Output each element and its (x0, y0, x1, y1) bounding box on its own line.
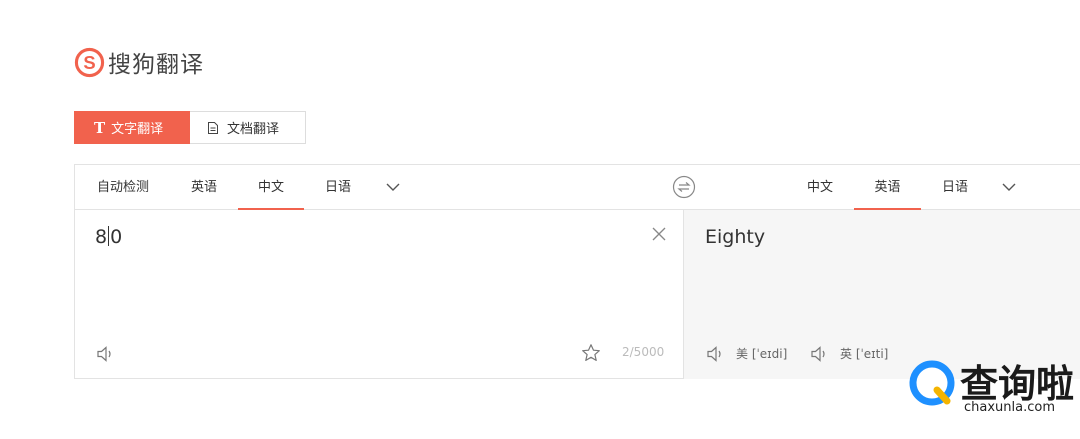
source-text-after-caret: 0 (110, 226, 123, 248)
source-lang-japanese[interactable]: 日语 (305, 165, 371, 210)
tab-text-translate-label: 文字翻译 (111, 122, 164, 137)
sogou-logo-icon: S (74, 47, 105, 77)
source-lang-english[interactable]: 英语 (171, 165, 237, 210)
tab-document-translate[interactable]: 文档翻译 (190, 111, 306, 144)
target-more-langs-chevron-down-icon[interactable] (1001, 179, 1017, 195)
target-lang-english[interactable]: 英语 (854, 165, 921, 210)
swap-languages-icon[interactable] (672, 175, 696, 199)
source-lang-auto-detect[interactable]: 自动检测 (89, 165, 157, 210)
document-icon (208, 121, 218, 134)
logo[interactable]: S 搜狗翻译 (74, 45, 204, 79)
mode-tabs: T 文字翻译 文档翻译 (74, 111, 306, 144)
text-caret (108, 226, 110, 246)
translate-panel: 自动检测 英语 中文 日语 中文 英语 日语 80 2/5000 Eighty … (74, 164, 1080, 379)
source-more-langs-chevron-down-icon[interactable] (385, 179, 401, 195)
uk-phonetic: 英 [ˈeɪti] (840, 347, 889, 361)
watermark-q-icon (909, 360, 955, 406)
source-text-before-caret: 8 (95, 226, 108, 248)
target-lang-japanese[interactable]: 日语 (922, 165, 988, 210)
source-input-area[interactable]: 80 2/5000 (75, 210, 684, 379)
watermark-url: chaxunla.com (964, 400, 1055, 415)
source-lang-chinese[interactable]: 中文 (238, 165, 304, 210)
target-lang-chinese[interactable]: 中文 (787, 165, 853, 210)
tab-text-translate[interactable]: T 文字翻译 (74, 111, 190, 144)
uk-speaker-icon[interactable] (810, 345, 830, 363)
translation-result: Eighty (705, 226, 766, 248)
source-speaker-icon[interactable] (96, 345, 116, 363)
char-count: 2/5000 (622, 345, 665, 359)
logo-text: 搜狗翻译 (108, 52, 204, 78)
watermark: 查询啦 chaxunla.com (904, 355, 1080, 439)
tab-document-translate-label: 文档翻译 (227, 122, 280, 137)
language-bar: 自动检测 英语 中文 日语 中文 英语 日语 (75, 165, 1080, 210)
text-t-icon: T (94, 118, 106, 137)
us-speaker-icon[interactable] (706, 345, 726, 363)
clear-close-icon[interactable] (651, 226, 667, 242)
source-text-input[interactable]: 80 (95, 226, 122, 248)
svg-text:S: S (83, 51, 95, 72)
us-phonetic: 美 [ˈeɪdi] (736, 347, 788, 361)
favorite-star-icon[interactable] (581, 343, 601, 363)
